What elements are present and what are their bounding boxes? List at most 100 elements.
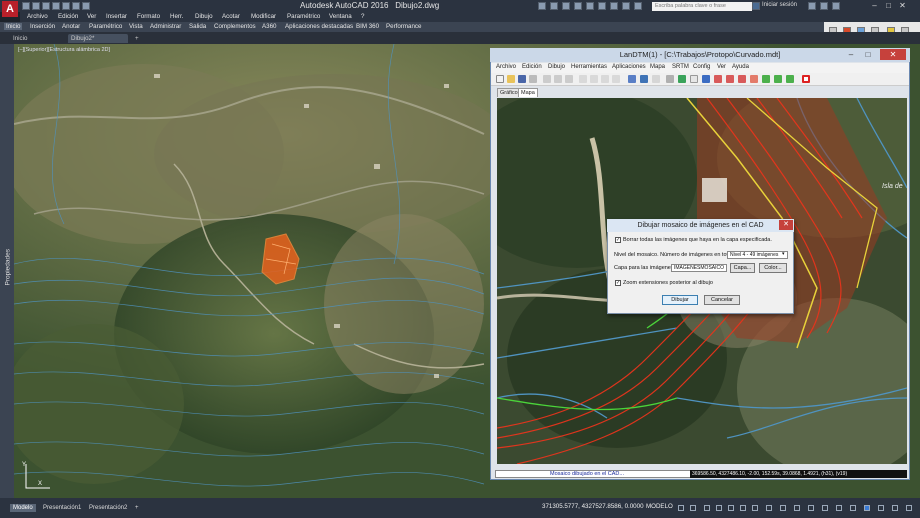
open-icon[interactable]	[32, 2, 40, 10]
landtm-minimize-button[interactable]: –	[843, 49, 859, 60]
menu-modificar[interactable]: Modificar	[251, 13, 276, 20]
save-icon[interactable]	[42, 2, 50, 10]
delete-images-checkbox[interactable]: ✓	[615, 237, 621, 243]
snap-toggle-icon[interactable]	[690, 505, 696, 511]
cancel-button[interactable]: Cancelar	[704, 295, 740, 305]
paste-icon[interactable]	[565, 75, 573, 83]
quick-properties-icon[interactable]	[822, 505, 828, 511]
dialog-close-button[interactable]: ✕	[779, 220, 793, 230]
login-link[interactable]: Iniciar sesión	[762, 2, 797, 8]
annotation-monitor-icon[interactable]	[794, 505, 800, 511]
landtm-menu-ayuda[interactable]: Ayuda	[732, 64, 749, 70]
customization-icon[interactable]	[892, 505, 898, 511]
properties-icon[interactable]	[622, 2, 630, 10]
cross-icon[interactable]	[750, 75, 758, 83]
minimize-button[interactable]: –	[868, 0, 881, 11]
level-select[interactable]: Nivel 4 - 49 imágenes	[727, 251, 788, 259]
search-icon[interactable]	[752, 2, 760, 10]
zoom-window-icon[interactable]	[601, 75, 609, 83]
tab-parametrico[interactable]: Paramétrico	[89, 23, 122, 30]
layer-button[interactable]: Capa...	[730, 263, 755, 273]
tab-anotar[interactable]: Anotar	[62, 23, 80, 30]
print-icon[interactable]	[529, 75, 537, 83]
new-icon[interactable]	[22, 2, 30, 10]
annotation-scale-icon[interactable]	[766, 505, 772, 511]
landtm-menu-srtm[interactable]: SRTM	[672, 64, 689, 70]
cart-icon[interactable]	[808, 2, 816, 10]
landtm-maximize-button[interactable]: □	[860, 49, 876, 60]
menu-help[interactable]: ?	[361, 13, 364, 20]
landtm-menu-config[interactable]: Config	[693, 64, 710, 70]
pen-green-icon[interactable]	[762, 75, 770, 83]
osnap-toggle-icon[interactable]	[728, 505, 734, 511]
polar-toggle-icon[interactable]	[716, 505, 722, 511]
landtm-menu-edicion[interactable]: Edición	[522, 64, 542, 70]
menu-archivo[interactable]: Archivo	[27, 13, 48, 20]
exchange-icon[interactable]	[820, 2, 828, 10]
cut-icon[interactable]	[543, 75, 551, 83]
landtm-menu-mapa[interactable]: Mapa	[650, 64, 665, 70]
autocad-logo-icon[interactable]: A	[2, 1, 18, 17]
layers-icon[interactable]	[610, 2, 618, 10]
open-icon[interactable]	[507, 75, 515, 83]
help-icon[interactable]	[832, 2, 840, 10]
pen-edit-green-icon[interactable]	[786, 75, 794, 83]
grid-icon[interactable]	[562, 2, 570, 10]
new-tab-button[interactable]: +	[132, 34, 142, 43]
stop-icon[interactable]	[802, 75, 810, 83]
menu-ver[interactable]: Ver	[87, 13, 96, 20]
tab-administrar[interactable]: Administrar	[150, 23, 181, 30]
save-icon[interactable]	[518, 75, 526, 83]
chevron-down-icon[interactable]: ▾	[782, 251, 785, 257]
tab-inicio[interactable]: Inicio	[4, 23, 23, 30]
tab-bim360[interactable]: BIM 360	[356, 23, 379, 30]
search-input[interactable]: Escriba palabra clave o frase	[652, 2, 752, 11]
tab-insercion[interactable]: Inserción	[30, 23, 55, 30]
menu-parametrico[interactable]: Paramétrico	[287, 13, 320, 20]
grid-toggle-icon[interactable]	[678, 505, 684, 511]
zoom-in-icon[interactable]	[579, 75, 587, 83]
grid-alt-icon[interactable]	[574, 2, 582, 10]
clean-screen-icon[interactable]	[878, 505, 884, 511]
save-as-icon[interactable]	[52, 2, 60, 10]
add-layout-button[interactable]: +	[132, 504, 142, 512]
pen-alt-green-icon[interactable]	[774, 75, 782, 83]
new-icon[interactable]	[496, 75, 504, 83]
tab-modelo[interactable]: Modelo	[10, 504, 36, 512]
lock-ui-icon[interactable]	[836, 505, 842, 511]
zoom-icon[interactable]	[586, 2, 594, 10]
landtm-close-button[interactable]: ✕	[880, 49, 906, 60]
ortho-toggle-icon[interactable]	[704, 505, 710, 511]
tab-performance[interactable]: Performance	[386, 23, 421, 30]
tab-a360[interactable]: A360	[262, 23, 276, 30]
maximize-button[interactable]: □	[882, 0, 895, 11]
close-button[interactable]: ✕	[896, 0, 909, 11]
menu-icon[interactable]	[906, 505, 912, 511]
pointer-icon[interactable]	[702, 75, 710, 83]
copy-icon[interactable]	[554, 75, 562, 83]
viewport-controls-label[interactable]: [–][Superior][Estructura alámbrica 2D]	[18, 47, 110, 53]
hardware-acceleration-icon[interactable]	[864, 505, 870, 511]
redo-icon[interactable]	[82, 2, 90, 10]
undo-icon[interactable]	[72, 2, 80, 10]
page-icon[interactable]	[690, 75, 698, 83]
terrain-icon[interactable]	[678, 75, 686, 83]
menu-formato[interactable]: Formato	[137, 13, 160, 20]
units-icon[interactable]	[808, 505, 814, 511]
grid-icon[interactable]	[628, 75, 636, 83]
workspace-icon[interactable]	[780, 505, 786, 511]
landtm-menu-aplicaciones[interactable]: Aplicaciones	[612, 64, 646, 70]
filetab-inicio[interactable]: Inicio	[10, 34, 30, 43]
table-icon[interactable]	[652, 75, 660, 83]
draw-button[interactable]: Dibujar	[662, 295, 698, 305]
zoom-out-icon[interactable]	[590, 75, 598, 83]
menu-acotar[interactable]: Acotar	[222, 13, 240, 20]
landtm-menu-archivo[interactable]: Archivo	[496, 64, 516, 70]
filetab-dibujo2[interactable]: Dibujo2*	[68, 34, 128, 43]
menu-ventana[interactable]: Ventana	[329, 13, 352, 20]
layer-field[interactable]: IMAGENESMOSAICO	[671, 264, 727, 272]
tab-salida[interactable]: Salida	[189, 23, 206, 30]
binoculars-icon[interactable]	[538, 2, 546, 10]
menu-herr[interactable]: Herr.	[170, 13, 183, 20]
otrack-toggle-icon[interactable]	[740, 505, 746, 511]
